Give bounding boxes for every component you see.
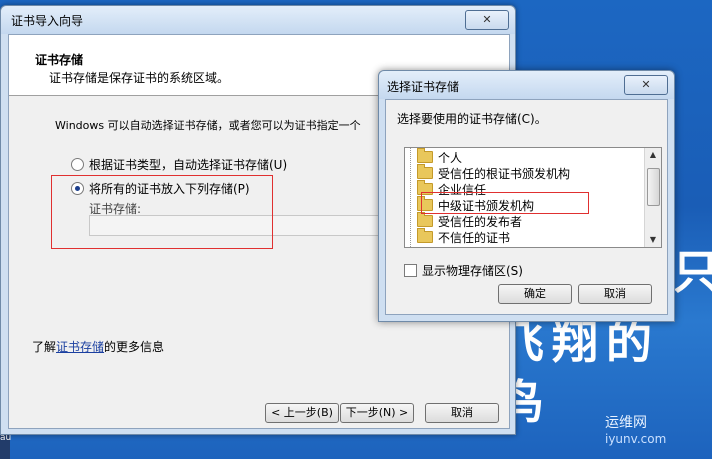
tree-item-label: 不信任的证书 [438,230,511,245]
back-button[interactable]: < 上一步(B) [265,403,339,423]
radio-auto-label: 根据证书类型，自动选择证书存储(U) [89,158,288,172]
select-certificate-store-dialog: 选择证书存储 ✕ 选择要使用的证书存储(C)。 个人 受信任的根证书颁发机构 企… [378,70,675,322]
tree-scrollbar[interactable]: ▲ ▼ [644,148,661,247]
dialog-prompt: 选择要使用的证书存储(C)。 [397,112,547,126]
tree-item-trusted-publishers[interactable]: 受信任的发布者 [409,212,523,229]
dialog-titlebar[interactable]: 选择证书存储 ✕ [379,71,674,99]
highlight-box [51,175,273,249]
folder-icon [417,228,433,243]
wizard-titlebar[interactable]: 证书导入向导 ✕ [1,6,515,34]
dialog-cancel-button[interactable]: 取消 [578,284,652,304]
dialog-title: 选择证书存储 [387,80,460,94]
show-physical-checkbox[interactable]: 显示物理存储区(S) [404,262,523,279]
dialog-client-area: 选择要使用的证书存储(C)。 个人 受信任的根证书颁发机构 企业信任 中级证书颁… [385,99,668,315]
description-text: Windows 可以自动选择证书存储，或者您可以为证书指定一个 [55,119,361,132]
wizard-close-button[interactable]: ✕ [465,10,509,30]
folder-icon [417,164,433,179]
next-button[interactable]: 下一步(N) > [340,403,414,423]
wallpaper-glyph-1: 只 [673,245,712,299]
tree-item-trusted-root[interactable]: 受信任的根证书颁发机构 [409,164,571,181]
highlight-box [421,192,589,214]
tree-item-label: 受信任的根证书颁发机构 [438,166,571,181]
scroll-down-arrow-icon[interactable]: ▼ [645,233,661,247]
dialog-close-button[interactable]: ✕ [624,75,668,95]
radio-icon[interactable] [71,158,84,171]
checkbox-label: 显示物理存储区(S) [422,264,523,278]
page-subtitle: 证书存储是保存证书的系统区域。 [49,71,230,85]
cancel-button[interactable]: 取消 [425,403,499,423]
folder-icon [417,148,433,163]
learn-more-link[interactable]: 证书存储 [56,340,104,354]
watermark-url: iyunv.com [605,432,667,446]
tree-item-label: 受信任的发布者 [438,214,523,229]
page-title: 证书存储 [35,53,84,67]
learn-suffix: 的更多信息 [104,340,165,354]
watermark: 运维网 iyunv.com [605,412,666,446]
wizard-title: 证书导入向导 [11,14,84,28]
learn-more: 了解证书存储的更多信息 [32,338,164,355]
radio-auto-select[interactable]: 根据证书类型，自动选择证书存储(U) [71,156,287,173]
tree-item-personal[interactable]: 个人 [409,148,463,165]
ok-button[interactable]: 确定 [498,284,572,304]
scroll-thumb[interactable] [647,168,660,206]
scroll-up-arrow-icon[interactable]: ▲ [645,148,661,162]
watermark-title: 运维网 [605,415,647,431]
folder-icon [417,212,433,227]
tree-item-untrusted[interactable]: 不信任的证书 [409,228,511,245]
learn-prefix: 了解 [32,340,57,354]
tree-item-label: 个人 [438,150,463,165]
checkbox-icon[interactable] [404,264,417,277]
